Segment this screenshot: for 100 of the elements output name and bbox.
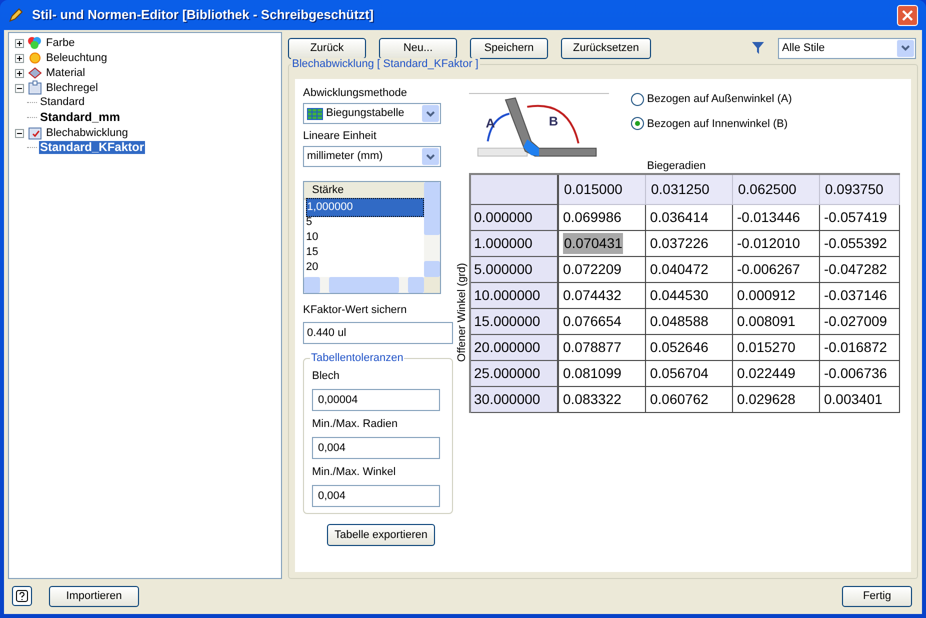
table-cell[interactable]: -0.027009 (824, 311, 888, 332)
table-cell[interactable]: 0.074432 (563, 285, 622, 306)
pencil-icon (8, 7, 24, 23)
table-cell[interactable]: -0.057419 (824, 207, 888, 228)
table-cell[interactable]: 0.036414 (650, 207, 708, 228)
list-item[interactable]: 10 (306, 229, 318, 246)
collapse-icon[interactable] (15, 84, 24, 92)
row-header[interactable]: 1.000000 (471, 231, 559, 257)
table-cell[interactable]: 0.081099 (563, 363, 622, 384)
table-cell[interactable]: 0.015270 (737, 337, 796, 358)
table-cell[interactable]: 0.052646 (650, 337, 708, 358)
tree-item[interactable]: Beleuchtung (46, 52, 108, 64)
list-item[interactable]: 5 (306, 214, 312, 231)
table-axis-label: Biegeradien (647, 159, 707, 173)
row-header[interactable]: 0.000000 (471, 205, 559, 231)
table-cell[interactable]: -0.047282 (824, 259, 888, 280)
table-cell[interactable]: 0.000912 (737, 285, 796, 306)
row-header[interactable]: 5.000000 (471, 257, 559, 283)
tree-item[interactable]: Standard (39, 96, 86, 109)
done-button[interactable]: Fertig (842, 586, 912, 606)
table-cell[interactable]: 0.029628 (737, 389, 796, 410)
table-cell[interactable]: 0.070431 (563, 233, 624, 254)
table-cell[interactable]: 0.040472 (650, 259, 708, 280)
import-button[interactable]: Importieren (49, 586, 139, 606)
column-header[interactable]: 0.031250 (646, 175, 733, 205)
table-cell[interactable]: -0.016872 (824, 337, 888, 358)
table-cell[interactable]: 0.022449 (737, 363, 796, 384)
tolerance-field[interactable]: 0,00004 (312, 389, 440, 411)
table-cell[interactable]: -0.037146 (824, 285, 888, 306)
table-cell[interactable]: 0.083322 (563, 389, 622, 410)
help-icon (16, 590, 28, 602)
export-button[interactable]: Tabelle exportieren (327, 524, 435, 546)
column-header[interactable]: 0.015000 (559, 175, 646, 205)
field-label: Blech (312, 368, 341, 384)
table-cell[interactable]: 0.076654 (563, 311, 622, 332)
row-header[interactable]: 10.000000 (471, 283, 559, 309)
table-cell[interactable]: 0.048588 (650, 311, 708, 332)
expand-icon[interactable] (15, 54, 24, 62)
tree-item[interactable]: Blechregel (46, 82, 98, 94)
tree-item[interactable]: Blechabwicklung (46, 126, 128, 140)
table-cell[interactable]: 0.003401 (824, 389, 882, 410)
tolerance-field[interactable]: 0,004 (312, 437, 440, 459)
collapse-icon[interactable] (15, 128, 24, 138)
radio-button[interactable]: Bezogen auf Außenwinkel (A) (631, 91, 792, 108)
method-dropdown[interactable]: Biegungstabelle (303, 103, 441, 124)
table-cell[interactable]: 0.056704 (650, 363, 708, 384)
table-cell[interactable]: 0.060762 (650, 389, 708, 410)
list-item[interactable]: 20 (306, 259, 318, 276)
field-label: KFaktor-Wert sichern (303, 302, 408, 318)
table-axis-label: Offener Winkel (grd) (455, 263, 469, 362)
color-wheel-icon (27, 35, 43, 51)
unit-dropdown[interactable]: millimeter (mm) (303, 146, 441, 167)
field-label: Min./Max. Radien (312, 416, 399, 432)
panel-title: Blechabwicklung [ Standard_KFaktor ] (291, 58, 480, 71)
toolbar-button[interactable]: Speichern (470, 38, 548, 58)
table-cell[interactable]: -0.006736 (824, 363, 888, 384)
tree-item[interactable]: Standard_KFaktor (39, 141, 146, 154)
expand-icon[interactable] (15, 38, 24, 48)
tree-item[interactable]: Standard_mm (39, 111, 122, 124)
table-cell[interactable]: 0.072209 (563, 259, 622, 280)
field-label: Abwicklungsmethode (303, 86, 408, 101)
table-cell[interactable]: 0.078877 (563, 337, 622, 358)
horizontal-scrollbar[interactable] (304, 277, 424, 293)
row-header[interactable]: 15.000000 (471, 309, 559, 335)
clipboard-check-icon (27, 125, 43, 141)
close-button[interactable] (897, 4, 918, 26)
list-item[interactable]: 1,000000 (306, 198, 424, 217)
list-item[interactable]: 15 (306, 244, 318, 261)
vertical-scrollbar[interactable] (424, 182, 440, 277)
angle-b-label: B (548, 114, 558, 129)
table-cell[interactable]: 0.037226 (650, 233, 708, 254)
field-label: Lineare Einheit (303, 128, 378, 144)
filter-dropdown[interactable]: Alle Stile (778, 38, 916, 58)
column-header[interactable]: 0.062500 (733, 175, 820, 205)
material-icon (27, 65, 43, 81)
toolbar-button[interactable]: Zurück (288, 38, 366, 58)
table-cell[interactable]: 0.069986 (563, 207, 622, 228)
row-header[interactable]: 30.000000 (471, 387, 559, 413)
expand-icon[interactable] (15, 68, 24, 78)
tolerance-field[interactable]: 0,004 (312, 485, 440, 507)
table-cell[interactable]: -0.012010 (737, 233, 800, 254)
row-header[interactable]: 20.000000 (471, 335, 559, 361)
table-cell[interactable]: 0.044530 (650, 285, 708, 306)
tree-item[interactable]: Material (46, 66, 86, 80)
filter-icon[interactable] (751, 41, 765, 55)
tree-item[interactable]: Farbe (46, 36, 75, 50)
row-header[interactable]: 25.000000 (471, 361, 559, 387)
clipboard-icon (27, 80, 43, 96)
help-button[interactable] (12, 586, 32, 606)
toolbar-button[interactable]: Neu... (379, 38, 457, 58)
table-icon (307, 108, 323, 120)
toolbar-button[interactable]: Zurücksetzen (561, 38, 651, 58)
table-cell[interactable]: 0.008091 (737, 311, 796, 332)
kfactor-field[interactable]: 0.440 ul (303, 322, 453, 344)
radio-button[interactable]: Bezogen auf Innenwinkel (B) (631, 116, 792, 132)
column-header[interactable]: 0.093750 (820, 175, 900, 205)
table-cell[interactable]: -0.055392 (824, 233, 888, 254)
table-cell[interactable]: -0.013446 (737, 207, 800, 228)
sun-icon (27, 50, 43, 66)
table-cell[interactable]: -0.006267 (737, 259, 800, 280)
